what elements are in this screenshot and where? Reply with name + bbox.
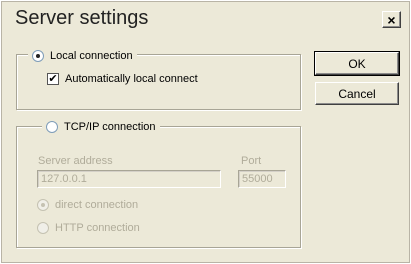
auto-connect-label: Automatically local connect (65, 73, 198, 85)
port-label: Port (241, 155, 262, 167)
local-connection-label: Local connection (50, 50, 133, 62)
local-connection-radio[interactable] (32, 50, 44, 62)
close-icon: × (387, 11, 396, 28)
tcpip-connection-label: TCP/IP connection (64, 121, 156, 133)
direct-connection-radio[interactable] (37, 199, 49, 211)
close-button[interactable]: × (382, 11, 401, 28)
dialog-title: Server settings (15, 7, 149, 29)
tcpip-connection-radio[interactable] (46, 121, 58, 133)
server-address-label: Server address (38, 155, 113, 167)
direct-connection-label: direct connection (55, 199, 139, 211)
ok-button[interactable]: OK (314, 51, 400, 76)
tcpip-connection-option[interactable]: TCP/IP connection (42, 119, 160, 135)
http-connection-radio[interactable] (37, 222, 49, 234)
auto-connect-checkbox[interactable]: ✔ (47, 73, 59, 85)
direct-connection-option[interactable]: direct connection (37, 199, 138, 211)
title-bar[interactable]: Server settings × (2, 2, 409, 36)
server-settings-dialog: Server settings × Local connection ✔ Aut… (1, 1, 410, 263)
local-connection-option[interactable]: Local connection (28, 48, 137, 64)
http-connection-option[interactable]: HTTP connection (37, 222, 140, 234)
server-address-field[interactable]: 127.0.0.1 (37, 170, 221, 188)
cancel-button[interactable]: Cancel (315, 82, 399, 105)
auto-connect-option[interactable]: ✔ Automatically local connect (47, 73, 198, 85)
http-connection-label: HTTP connection (55, 222, 140, 234)
port-field[interactable]: 55000 (238, 170, 286, 188)
